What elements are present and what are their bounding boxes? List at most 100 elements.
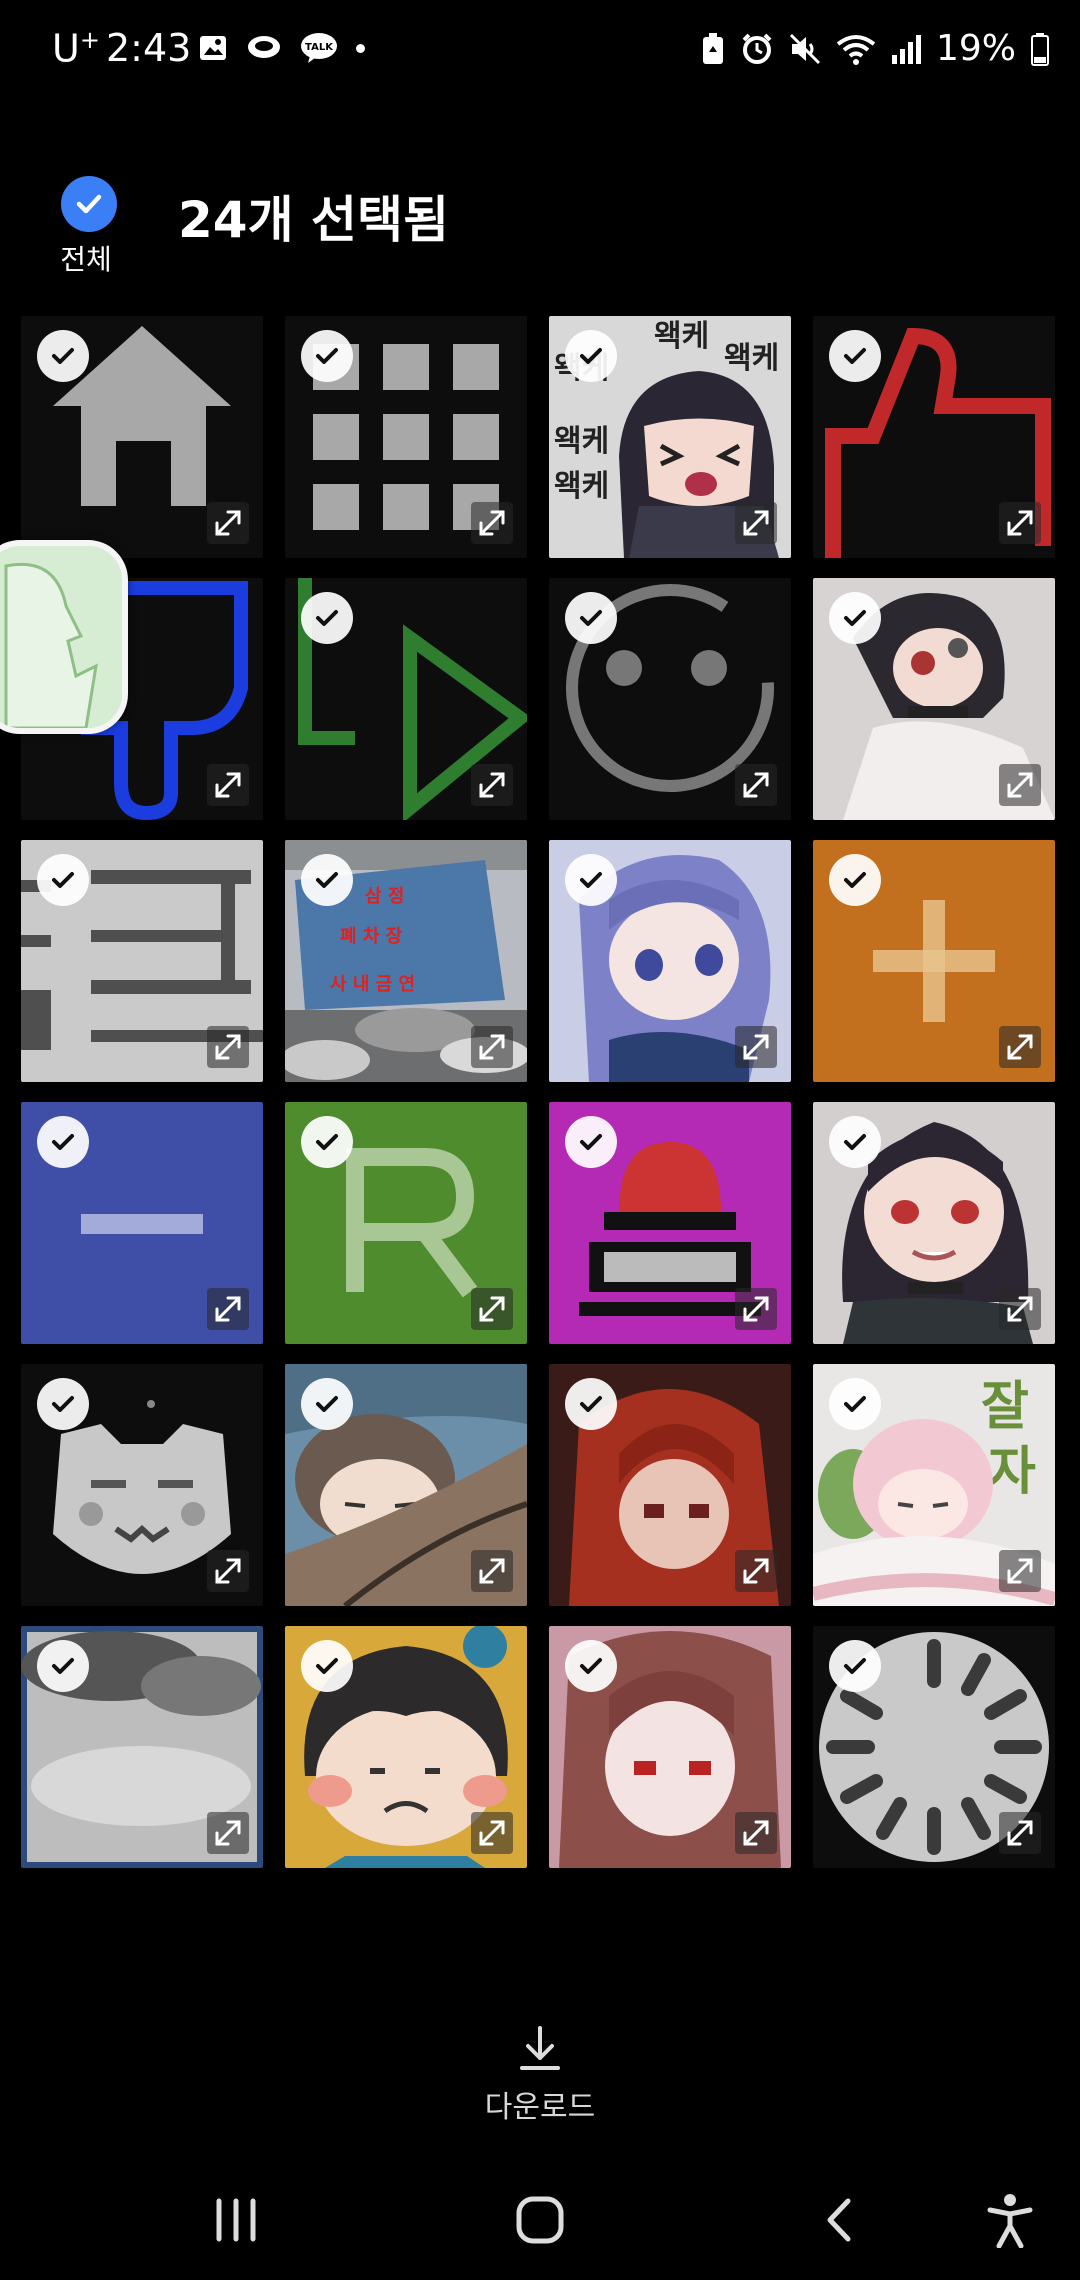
expand-icon[interactable] xyxy=(999,1288,1041,1330)
selected-check-icon[interactable] xyxy=(301,1378,353,1430)
selected-check-icon[interactable] xyxy=(37,1378,89,1430)
expand-icon[interactable] xyxy=(207,1812,249,1854)
home-icon xyxy=(516,2196,564,2244)
grid-tile-sleeping-chibi-image[interactable] xyxy=(285,1364,527,1606)
expand-icon[interactable] xyxy=(999,1026,1041,1068)
back-button[interactable] xyxy=(810,2190,870,2250)
grid-tile-green-arrow-image[interactable] xyxy=(285,578,527,820)
expand-icon[interactable] xyxy=(999,1550,1041,1592)
expand-icon[interactable] xyxy=(471,764,513,806)
selected-check-icon[interactable] xyxy=(37,330,89,382)
download-label: 다운로드 xyxy=(484,2090,596,2125)
selected-check-icon[interactable] xyxy=(301,592,353,644)
grid-tile-blue-minus-image[interactable] xyxy=(21,1102,263,1344)
selection-count-title: 24개 선택됨 xyxy=(178,191,449,249)
image-grid: 왝케 왝케 왝케 왝케 왝케 xyxy=(21,316,1057,1868)
clock: 2:43 xyxy=(106,26,192,70)
grid-tile-scrapyard-building-photo[interactable]: 삼 정 폐 차 장 사 내 금 연 xyxy=(285,840,527,1082)
floating-assistant-bubble[interactable] xyxy=(0,540,128,734)
grid-tile-smiley-face-image[interactable] xyxy=(549,578,791,820)
expand-icon[interactable] xyxy=(471,1026,513,1068)
grid-tile-blurred-text-image[interactable] xyxy=(21,840,263,1082)
expand-icon[interactable] xyxy=(471,1812,513,1854)
grid-tile-apps-grid-image[interactable] xyxy=(285,316,527,558)
expand-icon[interactable] xyxy=(207,502,249,544)
notification-dot xyxy=(356,43,365,53)
grid-tile-pixel-girl-image[interactable] xyxy=(549,1626,791,1868)
expand-icon[interactable] xyxy=(207,764,249,806)
selected-check-icon[interactable] xyxy=(829,854,881,906)
signal-icon xyxy=(891,34,921,64)
grid-tile-thumbs-up-red-image[interactable] xyxy=(813,316,1055,558)
expand-icon[interactable] xyxy=(735,1026,777,1068)
selected-check-icon[interactable] xyxy=(565,854,617,906)
svg-text:왝케: 왝케 xyxy=(724,341,779,376)
grid-tile-anime-girl-portrait[interactable] xyxy=(813,578,1055,820)
accessibility-button[interactable] xyxy=(980,2190,1040,2250)
grid-tile-pixel-redhead-image[interactable] xyxy=(549,1364,791,1606)
selected-check-icon[interactable] xyxy=(301,330,353,382)
alarm-icon xyxy=(742,33,772,64)
download-icon xyxy=(520,2026,560,2070)
battery-icon xyxy=(1031,32,1049,66)
svg-text:왝케: 왝케 xyxy=(654,319,709,354)
kakaotalk-icon: TALK xyxy=(301,33,337,63)
selected-check-icon[interactable] xyxy=(565,1378,617,1430)
selected-check-icon[interactable] xyxy=(829,330,881,382)
expand-icon[interactable] xyxy=(735,764,777,806)
expand-icon[interactable] xyxy=(207,1026,249,1068)
select-all-toggle[interactable]: 전체 xyxy=(58,176,120,278)
carrier-label: U+ xyxy=(52,26,100,71)
grid-tile-anime-girl-smile[interactable] xyxy=(813,1102,1055,1344)
accessibility-icon xyxy=(987,2194,1033,2248)
selected-check-icon[interactable] xyxy=(301,1116,353,1168)
grid-tile-orange-plus-image[interactable] xyxy=(813,840,1055,1082)
expand-icon[interactable] xyxy=(471,1288,513,1330)
grid-tile-sleeping-pink-girl-sticker[interactable]: 잘 자 xyxy=(813,1364,1055,1606)
selected-check-icon[interactable] xyxy=(301,854,353,906)
grid-tile-blurred-cloud-image[interactable] xyxy=(21,1626,263,1868)
grid-tile-red-button-image[interactable] xyxy=(549,1102,791,1344)
select-all-check-icon[interactable] xyxy=(61,176,117,232)
grid-tile-anime-welke-sticker[interactable]: 왝케 왝케 왝케 왝케 왝케 xyxy=(549,316,791,558)
expand-icon[interactable] xyxy=(471,502,513,544)
recent-apps-button[interactable] xyxy=(206,2190,266,2250)
navigation-bar xyxy=(0,2160,1080,2280)
expand-icon[interactable] xyxy=(999,502,1041,544)
grid-tile-chibi-boy-image[interactable] xyxy=(285,1626,527,1868)
expand-icon[interactable] xyxy=(207,1288,249,1330)
expand-icon[interactable] xyxy=(735,1288,777,1330)
selected-check-icon[interactable] xyxy=(37,1116,89,1168)
selected-check-icon[interactable] xyxy=(565,1640,617,1692)
expand-icon[interactable] xyxy=(999,764,1041,806)
grid-tile-pixel-cat-face[interactable] xyxy=(21,1364,263,1606)
svg-text:잘: 잘 xyxy=(981,1377,1029,1437)
grid-tile-anime-girl-purple-hair[interactable] xyxy=(549,840,791,1082)
selected-check-icon[interactable] xyxy=(829,1640,881,1692)
selected-check-icon[interactable] xyxy=(37,1640,89,1692)
expand-icon[interactable] xyxy=(999,1812,1041,1854)
grid-tile-home-icon-image[interactable] xyxy=(21,316,263,558)
expand-icon[interactable] xyxy=(735,1812,777,1854)
selected-check-icon[interactable] xyxy=(565,592,617,644)
selected-check-icon[interactable] xyxy=(829,1378,881,1430)
grid-tile-green-r-image[interactable] xyxy=(285,1102,527,1344)
gallery-icon xyxy=(200,36,226,60)
profile-silhouette-icon xyxy=(0,546,122,728)
selected-check-icon[interactable] xyxy=(301,1640,353,1692)
selected-check-icon[interactable] xyxy=(565,1116,617,1168)
selected-check-icon[interactable] xyxy=(37,854,89,906)
grid-tile-loading-spinner-image[interactable] xyxy=(813,1626,1055,1868)
selected-check-icon[interactable] xyxy=(829,592,881,644)
svg-text:삼 정: 삼 정 xyxy=(365,886,404,907)
selected-check-icon[interactable] xyxy=(829,1116,881,1168)
svg-text:왝케: 왝케 xyxy=(554,424,609,459)
selected-check-icon[interactable] xyxy=(565,330,617,382)
expand-icon[interactable] xyxy=(207,1550,249,1592)
expand-icon[interactable] xyxy=(735,502,777,544)
expand-icon[interactable] xyxy=(471,1550,513,1592)
expand-icon[interactable] xyxy=(735,1550,777,1592)
svg-text:사 내 금 연: 사 내 금 연 xyxy=(330,974,415,995)
download-button[interactable]: 다운로드 xyxy=(476,2024,604,2126)
home-button[interactable] xyxy=(510,2190,570,2250)
